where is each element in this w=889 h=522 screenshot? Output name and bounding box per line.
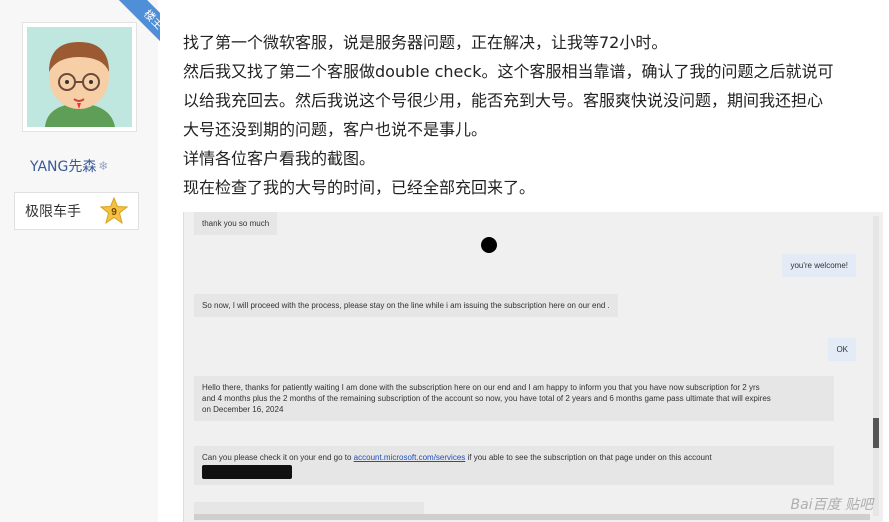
redacted-block	[202, 465, 292, 479]
username-link[interactable]: YANG先森 ❄	[30, 156, 112, 176]
chat-message-agent: So now, I will proceed with the process,…	[194, 294, 618, 317]
chat-transcript: thank you so much you're welcome! So now…	[194, 212, 870, 516]
thread-starter-badge: 楼主	[100, 0, 160, 60]
chat-message-agent: Can you please check it on your end go t…	[194, 446, 834, 485]
baidu-watermark: Bai百度 贴吧	[790, 497, 873, 513]
chat-message-agent: Hello there, thanks for patiently waitin…	[194, 376, 834, 421]
username-text[interactable]: YANG先森	[30, 156, 96, 176]
level-number: 9	[111, 207, 117, 218]
snowflake-icon: ❄	[98, 159, 109, 173]
chat-message-text: Can you please check it on your end go t…	[202, 453, 352, 462]
post-line: 详情各位客户看我的截图。	[183, 149, 376, 168]
account-services-link[interactable]: account.microsoft.com/services	[354, 453, 466, 462]
chat-screenshot[interactable]: thank you so much you're welcome! So now…	[183, 212, 883, 522]
post-body: 找了第一个微软客服，说是服务器问题，正在解决，让我等72小时。 然后我又找了第二…	[183, 28, 883, 202]
chat-message-text: and 4 months plus the 2 months of the re…	[202, 394, 771, 403]
post-line: 找了第一个微软客服，说是服务器问题，正在解决，让我等72小时。	[183, 33, 668, 52]
author-sidebar: 楼主 YANG先森 ❄ 极限车手 9	[0, 0, 160, 522]
chat-message-user: OK	[828, 338, 856, 361]
thread-starter-label: 楼主	[114, 0, 160, 59]
black-dot	[481, 237, 497, 253]
vertical-scrollbar[interactable]	[873, 216, 879, 516]
level-box[interactable]: 极限车手 9	[14, 192, 139, 230]
chat-message-text: Hello there, thanks for patiently waitin…	[202, 383, 760, 392]
chat-message-text: if you able to see the subscription on t…	[467, 453, 712, 462]
chat-message-user: thank you so much	[194, 212, 278, 235]
level-label: 极限车手	[25, 204, 81, 220]
post-line: 以给我充回去。然后我说这个号很少用，能否充到大号。客服爽快说没问题，期间我还担心	[183, 91, 824, 110]
post-line: 然后我又找了第二个客服做double check。这个客服相当靠谱，确认了我的问…	[183, 62, 834, 81]
chat-message-user: you're welcome!	[782, 254, 856, 277]
chat-message-text: OK	[836, 345, 848, 354]
level-star-icon: 9	[100, 197, 128, 225]
chat-message-text: So now, I will proceed with the process,…	[202, 301, 610, 310]
scroll-thumb[interactable]	[873, 418, 879, 448]
post-line: 大号还没到期的问题，客户也说不是事儿。	[183, 120, 488, 139]
chat-message-text: you're welcome!	[790, 261, 848, 270]
chat-message-text: on December 16, 2024	[202, 405, 284, 414]
post-line: 现在检查了我的大号的时间，已经全部充回来了。	[183, 178, 536, 197]
horizontal-scrollbar[interactable]	[194, 514, 870, 520]
chat-message-text: thank you so much	[202, 219, 270, 228]
